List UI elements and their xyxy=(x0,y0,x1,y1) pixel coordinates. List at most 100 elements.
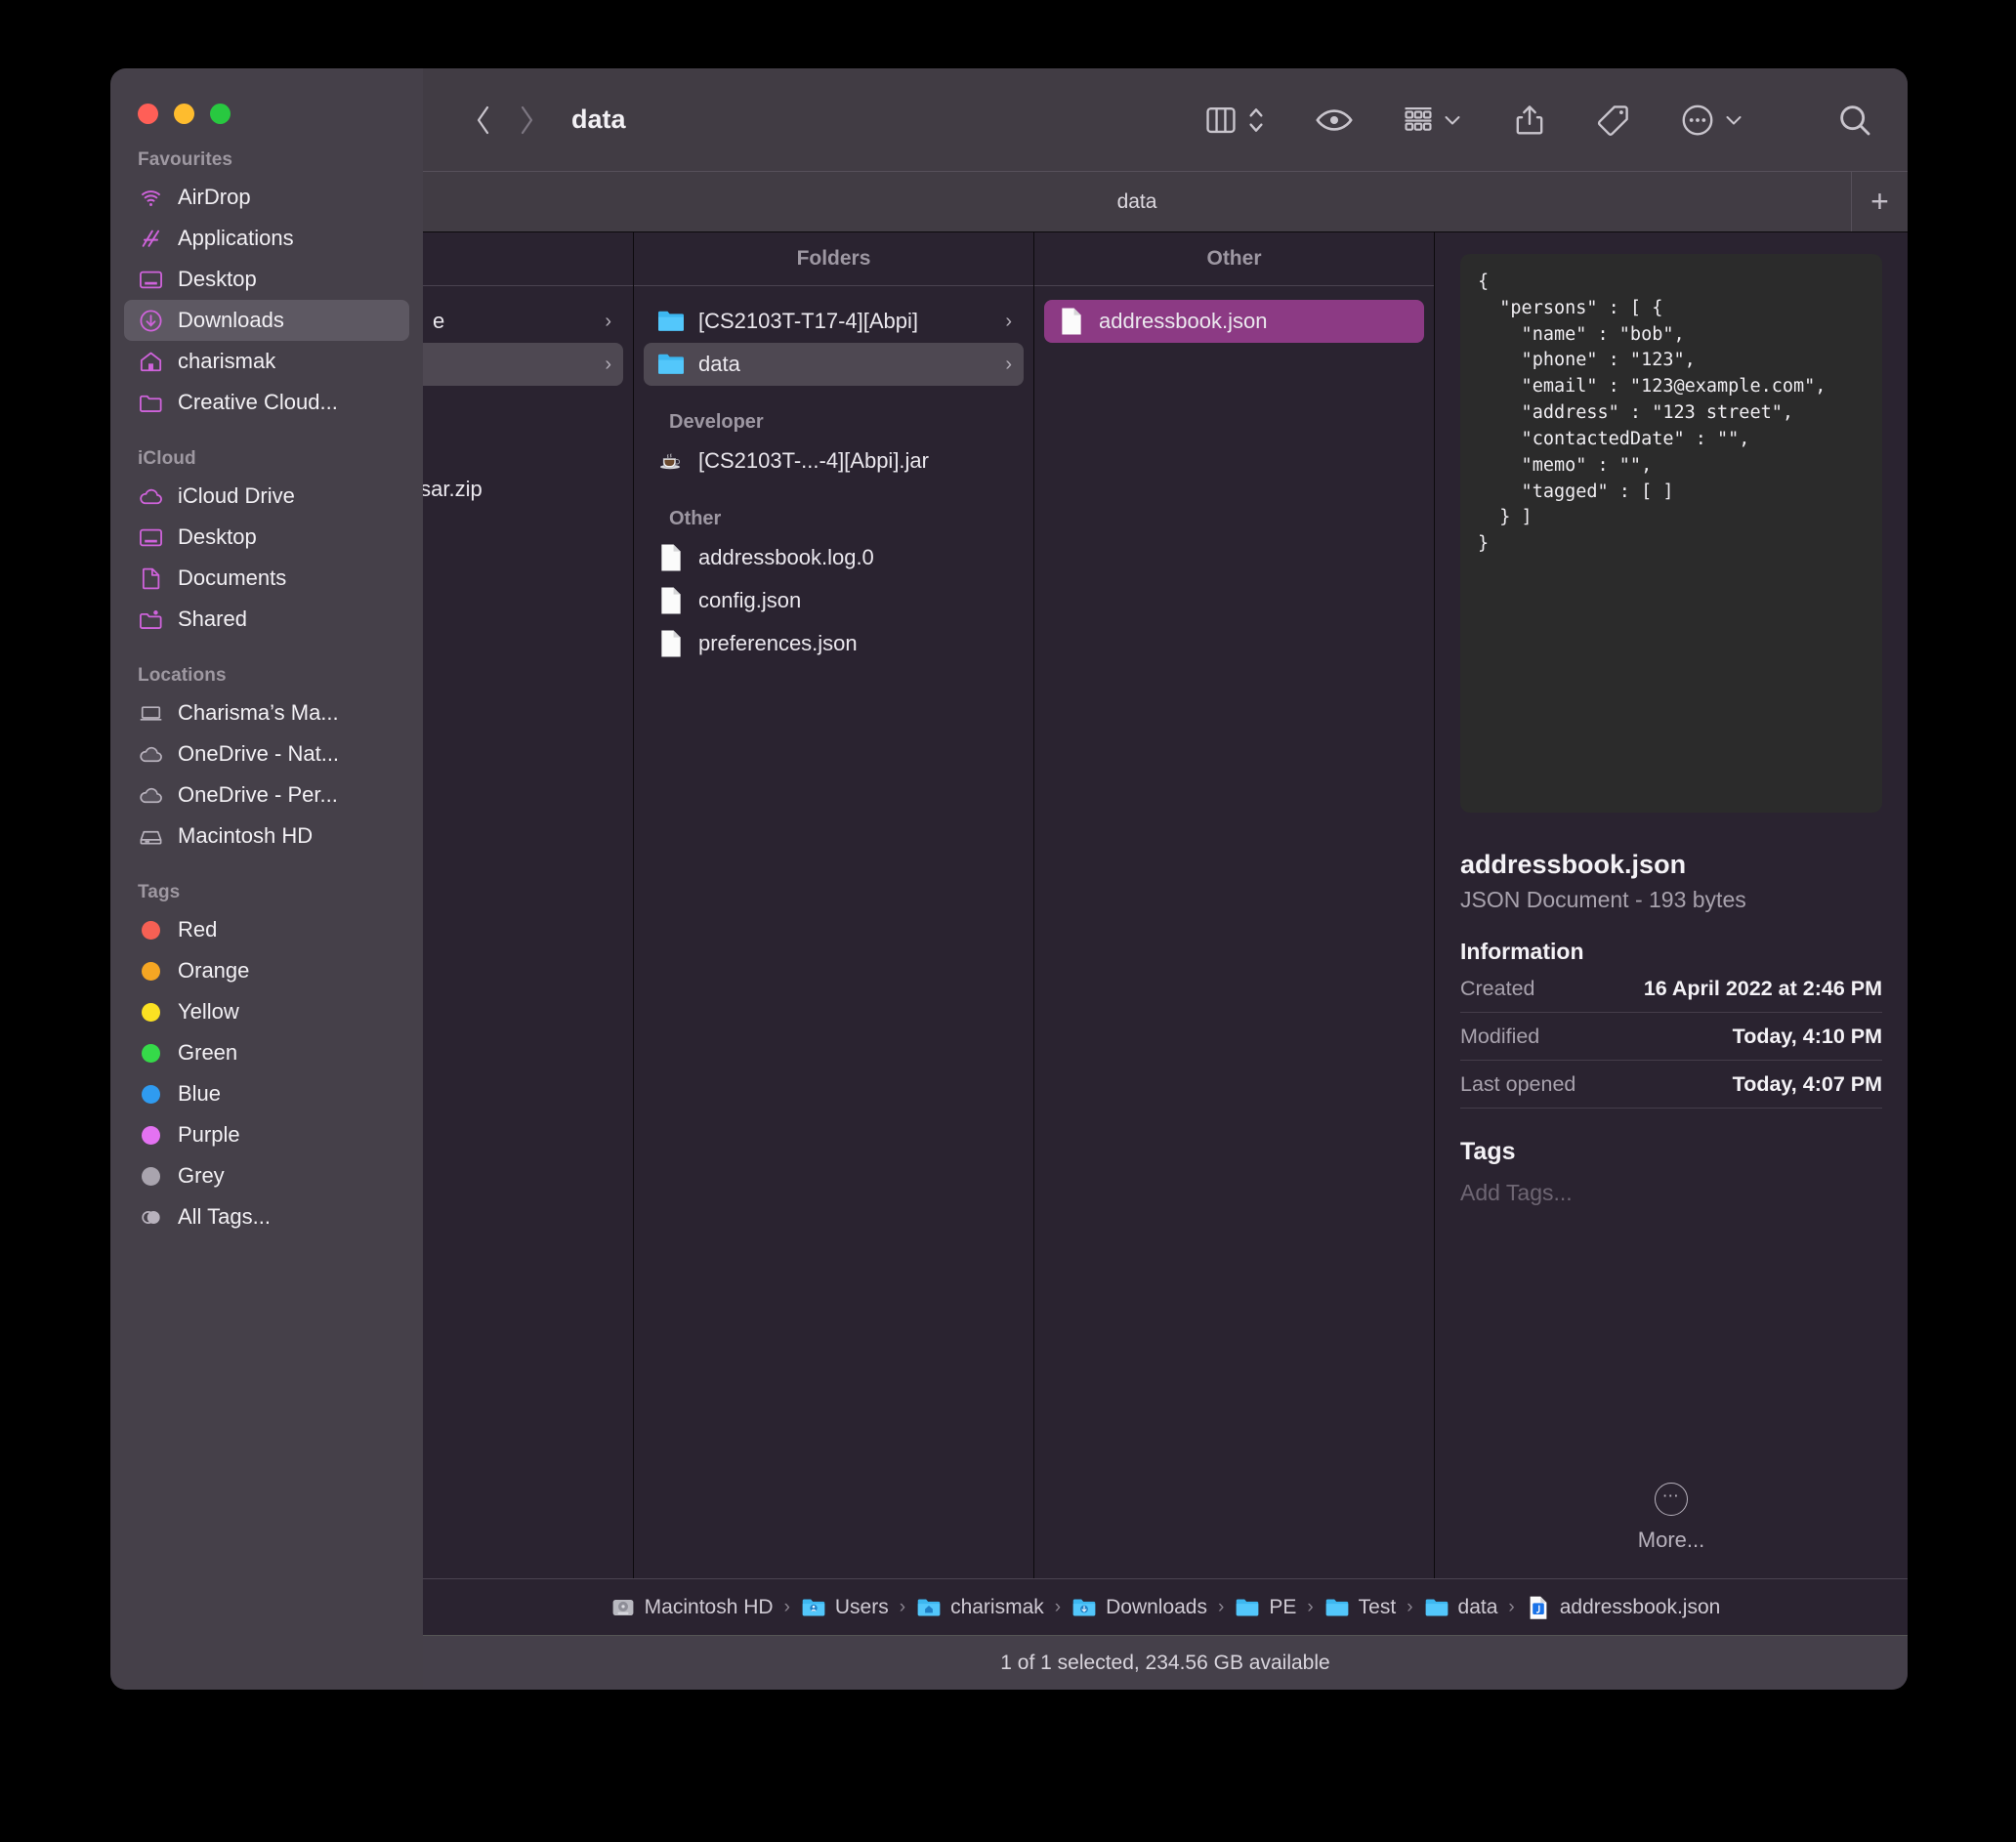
list-item[interactable]: config.json xyxy=(644,579,1024,622)
json-preview: { "persons" : [ { "name" : "bob", "phone… xyxy=(1460,254,1882,813)
group-by-icon[interactable] xyxy=(1402,104,1435,137)
breadcrumb-test[interactable]: Test xyxy=(1324,1595,1397,1620)
folder-icon xyxy=(657,307,685,336)
item-name: addressbook.log.0 xyxy=(698,545,1012,570)
document-icon xyxy=(657,543,685,572)
add-tags-field[interactable]: Add Tags... xyxy=(1460,1180,1882,1206)
tab-data[interactable]: data xyxy=(423,172,1851,231)
column-body: e › › Kausar.zip xyxy=(423,286,633,511)
window-controls xyxy=(110,76,423,124)
sidebar-item-onedrive-nat[interactable]: OneDrive - Nat... xyxy=(124,733,409,774)
breadcrumb-pe[interactable]: PE xyxy=(1235,1595,1296,1620)
back-button[interactable] xyxy=(462,99,505,142)
list-item[interactable]: e › xyxy=(433,300,623,343)
sidebar-item-charismas-mac[interactable]: Charisma’s Ma... xyxy=(124,692,409,733)
group-by-control xyxy=(1396,104,1464,137)
sidebar-item-tag-yellow[interactable]: Yellow xyxy=(124,991,409,1032)
list-item[interactable]: preferences.json xyxy=(644,622,1024,665)
info-key: Created xyxy=(1460,977,1535,1001)
preview-pane: { "persons" : [ { "name" : "bob", "phone… xyxy=(1435,232,1908,1578)
tag-icon[interactable] xyxy=(1595,102,1632,139)
close-button[interactable] xyxy=(138,104,158,124)
document-icon xyxy=(657,586,685,615)
list-item[interactable]: Kausar.zip xyxy=(433,468,623,511)
item-name: preferences.json xyxy=(698,631,1012,656)
preview-kind-size: JSON Document - 193 bytes xyxy=(1460,887,1882,913)
sidebar-item-applications[interactable]: Applications xyxy=(124,218,409,259)
forward-button[interactable] xyxy=(505,99,548,142)
harddisk-icon xyxy=(138,823,164,850)
list-item[interactable]: [CS2103T-T17-4][Abpi] › xyxy=(644,300,1024,343)
list-item[interactable]: addressbook.json xyxy=(1044,300,1424,343)
sidebar-item-label: Grey xyxy=(178,1163,225,1189)
breadcrumb-separator: › xyxy=(1307,1597,1313,1618)
sidebar-item-creative-cloud[interactable]: Creative Cloud... xyxy=(124,382,409,423)
sidebar-item-icloud-desktop[interactable]: Desktop xyxy=(124,517,409,558)
list-item[interactable]: › xyxy=(423,343,623,386)
chevron-right-icon: › xyxy=(605,354,611,376)
breadcrumb-addressbook-json[interactable]: addressbook.json xyxy=(1526,1595,1721,1620)
breadcrumb-users[interactable]: Users xyxy=(801,1595,889,1620)
all-tags-icon xyxy=(138,1204,164,1231)
sidebar-item-label: Shared xyxy=(178,607,247,632)
breadcrumb-charismak[interactable]: charismak xyxy=(916,1595,1044,1620)
sidebar-item-macintosh-hd[interactable]: Macintosh HD xyxy=(124,816,409,857)
sidebar-item-label: Desktop xyxy=(178,524,257,550)
sidebar-item-label: Purple xyxy=(178,1122,240,1148)
column-view-icon[interactable] xyxy=(1202,102,1239,139)
quick-look-icon[interactable] xyxy=(1314,100,1355,141)
search-icon[interactable] xyxy=(1835,101,1874,140)
column-body: [CS2103T-T17-4][Abpi] › data › Developer… xyxy=(634,286,1033,665)
folder-icon xyxy=(1424,1595,1449,1620)
sidebar-item-tag-grey[interactable]: Grey xyxy=(124,1155,409,1196)
column-other: Other addressbook.json xyxy=(1034,232,1435,1578)
list-item[interactable]: data › xyxy=(644,343,1024,386)
minimize-button[interactable] xyxy=(174,104,194,124)
view-stepper-icon[interactable] xyxy=(1245,101,1267,140)
breadcrumb-data[interactable]: data xyxy=(1424,1595,1498,1620)
more-section[interactable]: ⋯ More... xyxy=(1460,1483,1882,1578)
breadcrumb-separator: › xyxy=(1218,1597,1224,1618)
sidebar-item-desktop[interactable]: Desktop xyxy=(124,259,409,300)
tag-dot-icon xyxy=(138,1163,164,1190)
users-folder-icon xyxy=(801,1595,826,1620)
chevron-down-icon[interactable] xyxy=(1722,108,1745,132)
shared-folder-icon xyxy=(138,607,164,633)
view-controls xyxy=(1197,101,1267,140)
information-heading: Information xyxy=(1460,939,1882,965)
sidebar-item-shared[interactable]: Shared xyxy=(124,599,409,640)
breadcrumb-macintosh-hd[interactable]: Macintosh HD xyxy=(610,1595,774,1620)
list-item[interactable]: [CS2103T-...-4][Abpi].jar xyxy=(644,440,1024,482)
sidebar-item-downloads[interactable]: Downloads xyxy=(124,300,409,341)
more-icon[interactable] xyxy=(1679,102,1716,139)
list-item[interactable]: addressbook.log.0 xyxy=(644,536,1024,579)
column-view: e › › Kausar.zip Folders xyxy=(423,231,1908,1578)
chevron-down-icon[interactable] xyxy=(1441,108,1464,132)
new-tab-button[interactable]: + xyxy=(1851,172,1908,231)
sidebar-item-tag-blue[interactable]: Blue xyxy=(124,1073,409,1114)
group-label-developer: Developer xyxy=(634,386,1033,440)
share-icon[interactable] xyxy=(1511,102,1548,139)
sidebar-item-airdrop[interactable]: AirDrop xyxy=(124,177,409,218)
zoom-button[interactable] xyxy=(210,104,231,124)
sidebar-section-locations: Locations xyxy=(110,665,423,692)
column-body: addressbook.json xyxy=(1034,286,1434,343)
harddisk-icon xyxy=(610,1595,636,1620)
sidebar-item-tag-orange[interactable]: Orange xyxy=(124,950,409,991)
desktop-icon xyxy=(138,524,164,551)
sidebar-item-tag-green[interactable]: Green xyxy=(124,1032,409,1073)
sidebar-item-all-tags[interactable]: All Tags... xyxy=(124,1196,409,1237)
more-icon[interactable]: ⋯ xyxy=(1655,1483,1688,1516)
sidebar-item-charismak[interactable]: charismak xyxy=(124,341,409,382)
sidebar-item-tag-purple[interactable]: Purple xyxy=(124,1114,409,1155)
breadcrumb-downloads[interactable]: Downloads xyxy=(1071,1595,1207,1620)
sidebar-item-documents[interactable]: Documents xyxy=(124,558,409,599)
java-jar-icon xyxy=(657,446,685,476)
sidebar-item-tag-red[interactable]: Red xyxy=(124,909,409,950)
sidebar-item-icloud-drive[interactable]: iCloud Drive xyxy=(124,476,409,517)
sidebar-item-onedrive-per[interactable]: OneDrive - Per... xyxy=(124,774,409,816)
downloads-folder-icon xyxy=(1071,1595,1097,1620)
column-folders: Folders [CS2103T-T17-4][Abpi] › data › D… xyxy=(634,232,1034,1578)
column-header xyxy=(423,232,633,286)
sidebar-item-label: Orange xyxy=(178,958,249,984)
